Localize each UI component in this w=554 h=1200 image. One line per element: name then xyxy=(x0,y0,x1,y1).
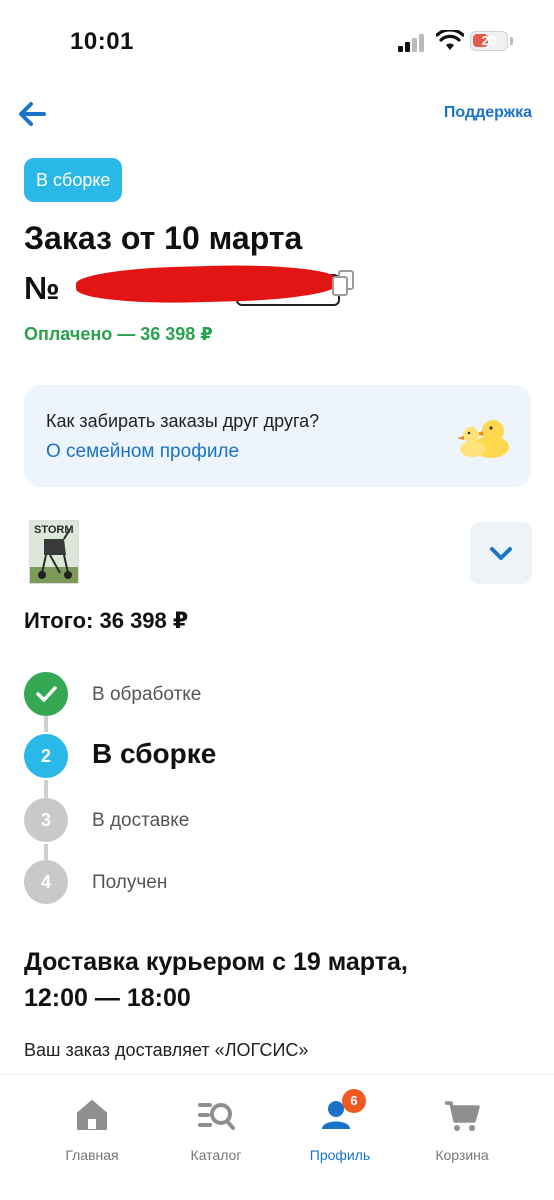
step-label: Получен xyxy=(92,872,168,893)
ducks-icon xyxy=(455,409,511,461)
battery-level: 20 xyxy=(481,33,497,48)
status-badge: В сборке xyxy=(24,158,123,202)
battery-icon: 20 xyxy=(470,31,508,51)
tab-label: Профиль xyxy=(309,1147,371,1163)
step-label: В обработке xyxy=(92,684,202,705)
delivery-title: Доставка курьером с 19 марта, 12:00 — 18… xyxy=(24,948,408,1012)
cart-icon xyxy=(445,1101,480,1131)
paid-status: Оплачено — 36 398 ₽ xyxy=(24,324,213,344)
step-number: 2 xyxy=(24,734,68,778)
check-icon xyxy=(24,672,68,716)
tab-home[interactable]: Главная xyxy=(42,1089,142,1163)
family-profile-card[interactable]: Как забирать заказы друг друга? О семейн… xyxy=(24,385,531,487)
copy-icon[interactable] xyxy=(330,270,356,298)
order-total: Итого: 36 398 ₽ xyxy=(24,608,189,633)
catalog-search-icon xyxy=(198,1103,235,1130)
delivery-carrier: Ваш заказ доставляет «ЛОГСИС» xyxy=(24,1040,309,1060)
notification-badge: 6 xyxy=(342,1089,366,1113)
home-icon xyxy=(77,1100,107,1130)
battery-cap xyxy=(510,37,513,45)
family-question: Как забирать заказы друг друга? xyxy=(46,411,320,431)
tab-profile[interactable]: 6 Профиль xyxy=(290,1089,390,1163)
status-bar: 10:01 20 xyxy=(0,0,554,80)
order-number-prefix: № xyxy=(24,270,60,306)
order-number: № xyxy=(24,262,364,312)
product-thumbnail[interactable]: STORM xyxy=(29,520,79,584)
family-profile-link[interactable]: О семейном профиле xyxy=(46,441,239,463)
step-number: 3 xyxy=(24,798,68,842)
status-time: 10:01 xyxy=(70,28,134,55)
page-title: Заказ от 10 марта xyxy=(24,220,303,256)
tab-label: Главная xyxy=(65,1147,119,1163)
bottom-tab-bar: Главная Каталог 6 Профиль Корзина xyxy=(0,1074,554,1200)
tab-label: Корзина xyxy=(435,1147,489,1163)
step-number: 4 xyxy=(24,860,68,904)
tab-cart[interactable]: Корзина xyxy=(412,1089,512,1163)
step-label: В доставке xyxy=(92,810,190,831)
wifi-icon xyxy=(435,28,465,52)
tab-catalog[interactable]: Каталог xyxy=(166,1089,266,1163)
support-link[interactable]: Поддержка xyxy=(444,104,532,122)
signal-icon xyxy=(398,34,426,52)
step-label: В сборке xyxy=(92,738,217,769)
arrow-left-icon xyxy=(19,102,46,126)
chevron-down-icon xyxy=(490,547,512,560)
expand-items-button[interactable] xyxy=(470,522,532,584)
back-button[interactable] xyxy=(14,96,54,132)
tab-label: Каталог xyxy=(190,1147,242,1163)
